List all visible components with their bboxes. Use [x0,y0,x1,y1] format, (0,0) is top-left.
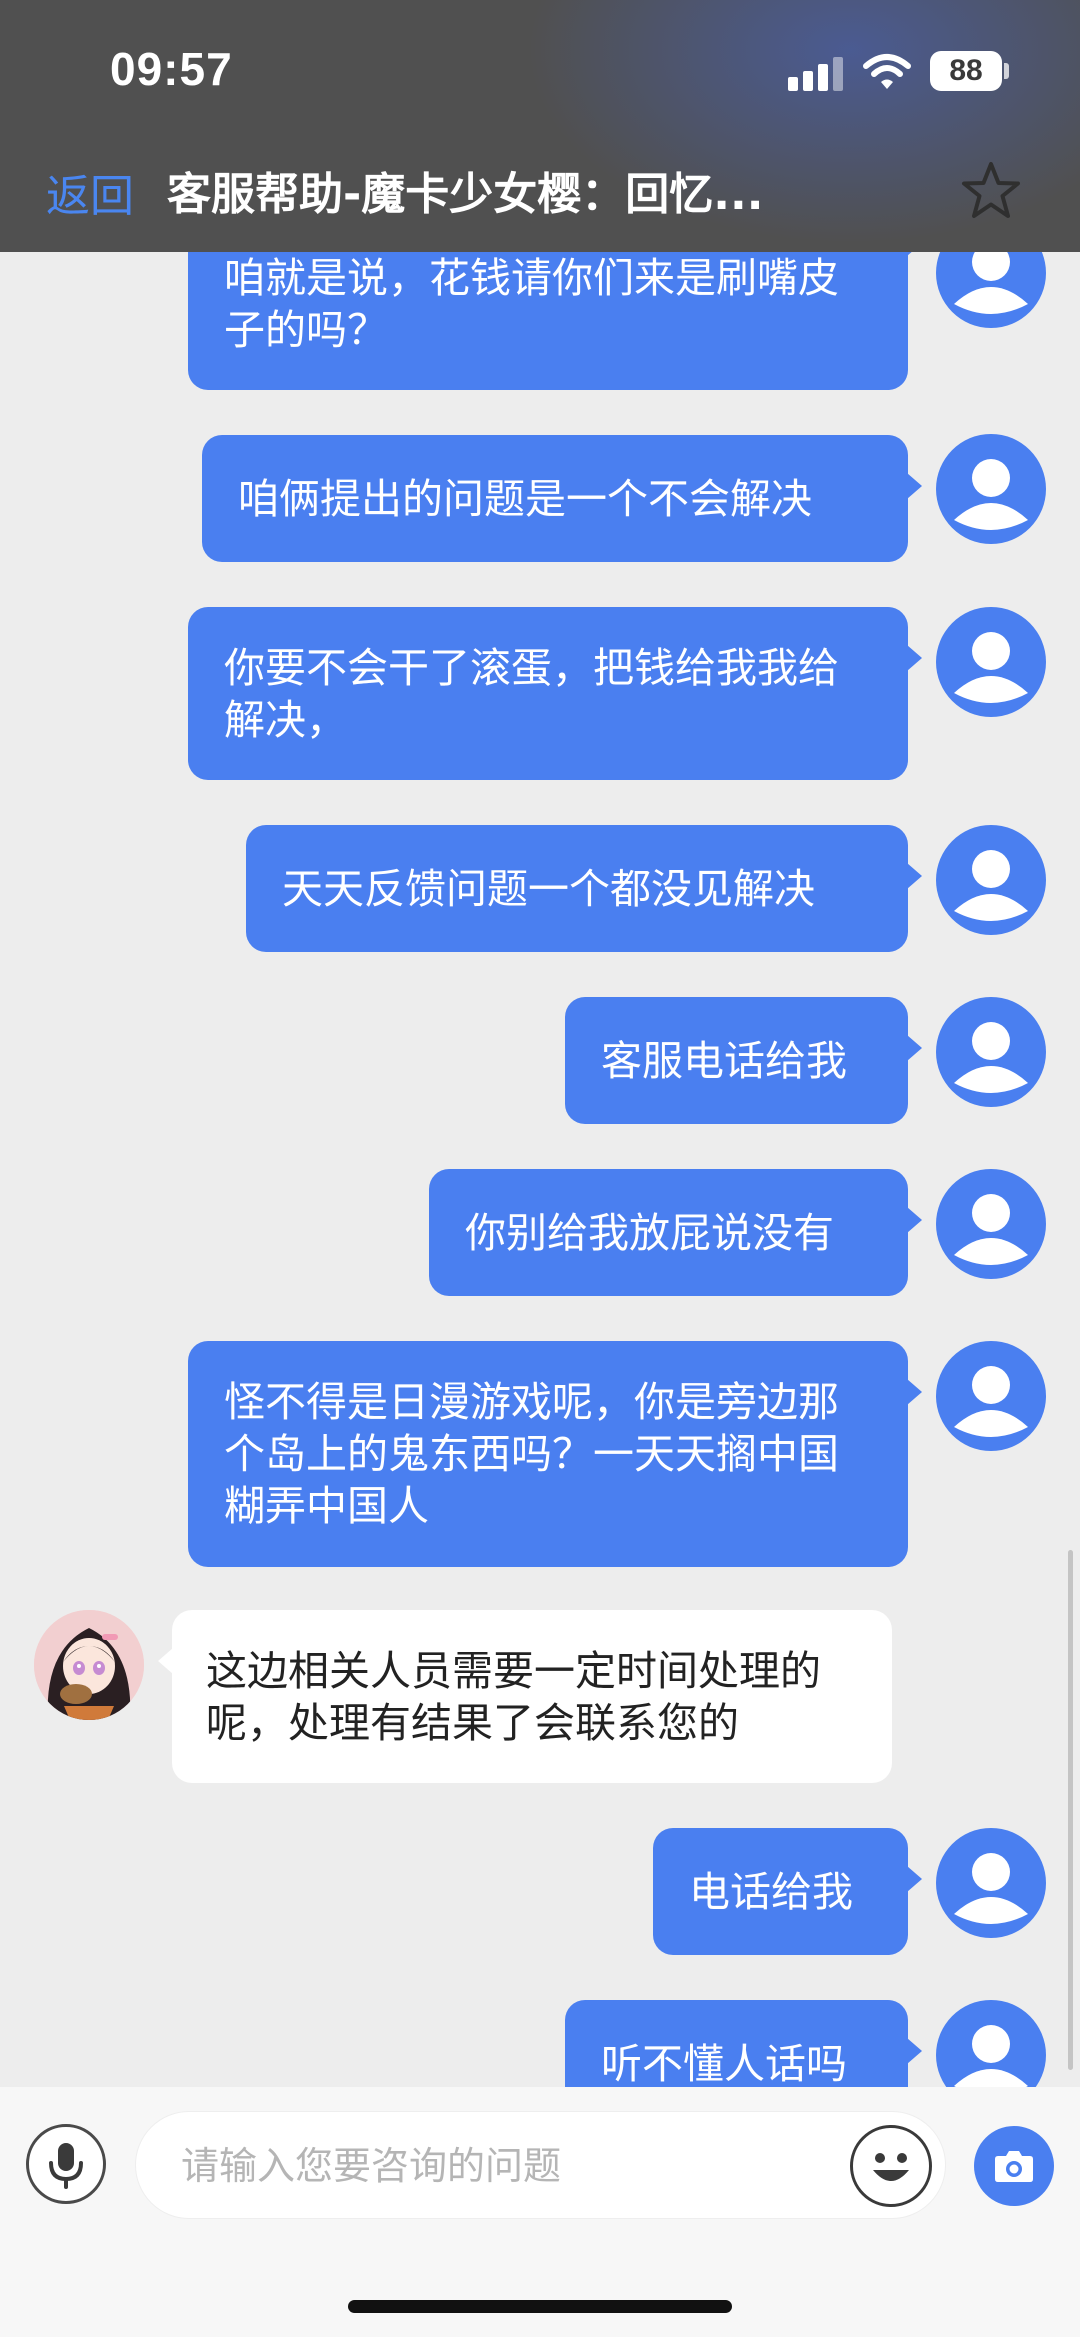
user-avatar-icon[interactable] [936,997,1046,1107]
user-avatar-icon[interactable] [936,825,1046,935]
message-text: 这边相关人员需要一定时间处理的呢，处理有结果了会联系您的 [206,1646,821,1747]
message-bubble-user[interactable]: 你别给我放屁说没有 [429,1169,922,1296]
message-bubble-user[interactable]: 咱就是说，花钱请你们来是刷嘴皮子的吗？ [188,252,922,390]
user-avatar-icon[interactable] [936,2000,1046,2087]
star-icon[interactable] [960,160,1022,222]
message-text: 听不懂人话吗 [601,2039,847,2088]
battery-cap [1004,63,1009,79]
status-time: 09:57 [110,43,233,95]
message-text: 咱就是说，花钱请你们来是刷嘴皮子的吗？ [224,254,839,354]
scrollbar[interactable] [1068,1550,1073,2070]
user-avatar-icon[interactable] [936,434,1046,544]
message-text: 你要不会干了滚蛋，把钱给我我给解决， [224,643,839,744]
home-indicator[interactable] [348,2300,732,2313]
agent-avatar[interactable] [34,1610,144,1720]
question-input[interactable] [181,2134,831,2198]
chat-message-list[interactable]: 咱就是说，花钱请你们来是刷嘴皮子的吗？ 咱俩提出的问题是一个不会解决 你要不会干… [0,252,1080,2087]
message-bubble-user[interactable]: 听不懂人话吗 [565,2000,922,2088]
message-text: 你别给我放屁说没有 [465,1208,834,1257]
battery-icon: 88 [930,51,1002,91]
message-text: 电话给我 [689,1867,853,1916]
message-bubble-user[interactable]: 电话给我 [653,1828,922,1955]
message-bubble-user[interactable]: 咱俩提出的问题是一个不会解决 [202,435,922,562]
microphone-icon[interactable] [26,2124,106,2204]
emoji-icon[interactable] [850,2125,932,2207]
navigation-header: 09:57 88 返回 客服帮助-魔卡少女樱：回忆... [0,0,1080,252]
message-bubble-user[interactable]: 天天反馈问题一个都没见解决 [246,825,922,952]
message-bubble-user[interactable]: 你要不会干了滚蛋，把钱给我我给解决， [188,607,922,780]
question-input-field[interactable] [135,2111,946,2219]
user-avatar-icon[interactable] [936,252,1046,328]
camera-icon[interactable] [974,2126,1054,2206]
user-avatar-icon[interactable] [936,1341,1046,1451]
battery-level: 88 [949,54,983,87]
message-bubble-agent[interactable]: 这边相关人员需要一定时间处理的呢，处理有结果了会联系您的 [158,1610,892,1783]
user-avatar-icon[interactable] [936,1169,1046,1279]
wifi-icon [862,52,912,92]
message-bubble-user[interactable]: 客服电话给我 [565,997,922,1124]
message-text: 天天反馈问题一个都没见解决 [282,864,815,913]
message-text: 咱俩提出的问题是一个不会解决 [238,474,812,523]
message-text: 怪不得是日漫游戏呢，你是旁边那个岛上的鬼东西吗？一天天搁中国糊弄中国人 [224,1378,839,1530]
page-title: 客服帮助-魔卡少女樱：回忆... [167,169,764,220]
user-avatar-icon[interactable] [936,1828,1046,1938]
cellular-signal-icon [788,55,844,91]
user-avatar-icon[interactable] [936,607,1046,717]
message-bubble-user[interactable]: 怪不得是日漫游戏呢，你是旁边那个岛上的鬼东西吗？一天天搁中国糊弄中国人 [188,1341,922,1567]
message-text: 客服电话给我 [601,1036,847,1085]
back-button[interactable]: 返回 [46,160,134,224]
